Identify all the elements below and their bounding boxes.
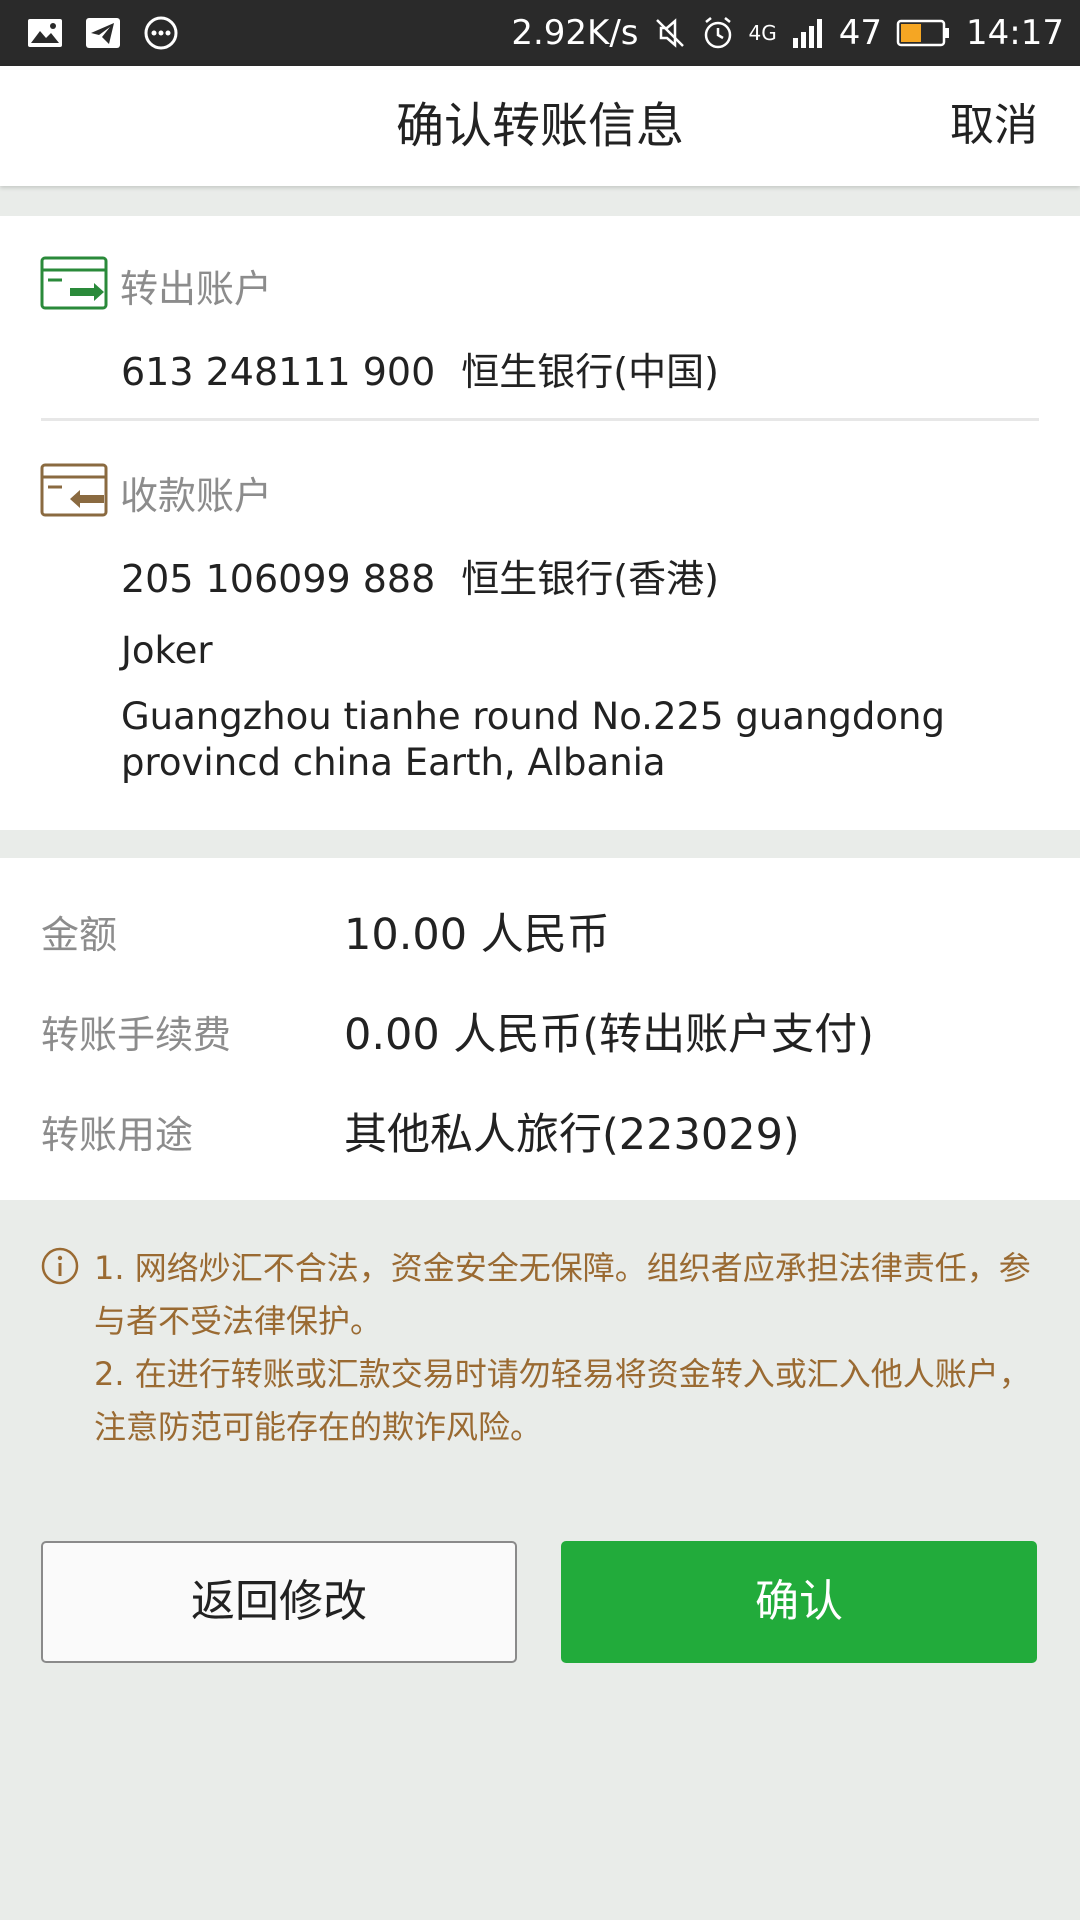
- info-icon: [41, 1247, 79, 1285]
- from-account-number: 613 248111 900: [121, 350, 436, 394]
- telegram-icon: [86, 18, 120, 48]
- from-account-label: 转出账户: [120, 267, 273, 311]
- status-right: 2.92K/s 4G 47 14:17: [511, 0, 1064, 66]
- warning-text: 1. 网络炒汇不合法，资金安全无保障。组织者应承担法律责任，参与者不受法律保护。…: [94, 1242, 1034, 1454]
- battery-level: 47: [838, 13, 883, 53]
- to-account-label: 收款账户: [120, 474, 273, 518]
- to-account-bank: 恒生银行(香港): [461, 557, 719, 601]
- mute-icon: [655, 18, 684, 48]
- alarm-icon: [704, 17, 731, 49]
- warning-line-1: 1. 网络炒汇不合法，资金安全无保障。组织者应承担法律责任，参与者不受法律保护。: [94, 1249, 1031, 1340]
- status-bar: 2.92K/s 4G 47 14:17: [0, 0, 1080, 66]
- details-card: 金额 10.00 人民币 转账手续费 0.00 人民币(转出账户支付) 转账用途…: [0, 858, 1080, 1200]
- fee-label: 转账手续费: [41, 1013, 232, 1057]
- payee-address-line1: Guangzhou tianhe round No.225 guangdong: [121, 695, 945, 738]
- page-title: 确认转账信息: [395, 98, 684, 154]
- fee-value: 0.00 人民币(转出账户支付): [344, 1010, 874, 1060]
- amount-label: 金额: [41, 913, 118, 957]
- cancel-button[interactable]: 取消: [950, 66, 1038, 186]
- header-bar: 确认转账信息 取消: [0, 66, 1080, 186]
- divider: [41, 418, 1039, 421]
- gallery-icon: [28, 19, 62, 47]
- from-account-bank: 恒生银行(中国): [461, 350, 719, 394]
- payee-name: Joker: [121, 629, 213, 672]
- network-type: 4G: [748, 21, 777, 45]
- payee-address-line2: provincd china Earth, Albania: [121, 741, 666, 784]
- net-speed: 2.92K/s: [511, 13, 639, 53]
- accounts-card: 转出账户 613 248111 900 恒生银行(中国) 收款账户 205 106…: [0, 216, 1080, 830]
- confirm-button[interactable]: 确认: [561, 1541, 1037, 1663]
- warning-line-2: 2. 在进行转账或汇款交易时请勿轻易将资金转入或汇入他人账户，注意防范可能存在的…: [94, 1355, 1031, 1446]
- battery-icon: [896, 19, 950, 47]
- back-edit-button[interactable]: 返回修改: [41, 1541, 517, 1663]
- signal-icon: [792, 19, 822, 48]
- clock: 14:17: [966, 13, 1064, 53]
- purpose-value: 其他私人旅行(223029): [344, 1110, 800, 1160]
- from-account-info: 613 248111 900 恒生银行(中国): [121, 341, 719, 396]
- amount-value: 10.00 人民币: [344, 910, 610, 960]
- receive-card-icon: [40, 463, 108, 517]
- transfer-out-card-icon: [40, 256, 108, 310]
- purpose-label: 转账用途: [41, 1113, 194, 1157]
- status-left-icons: [26, 14, 180, 52]
- more-dots-icon: [144, 16, 178, 50]
- to-account-info: 205 106099 888 恒生银行(香港): [121, 548, 719, 603]
- to-account-number: 205 106099 888: [121, 557, 436, 601]
